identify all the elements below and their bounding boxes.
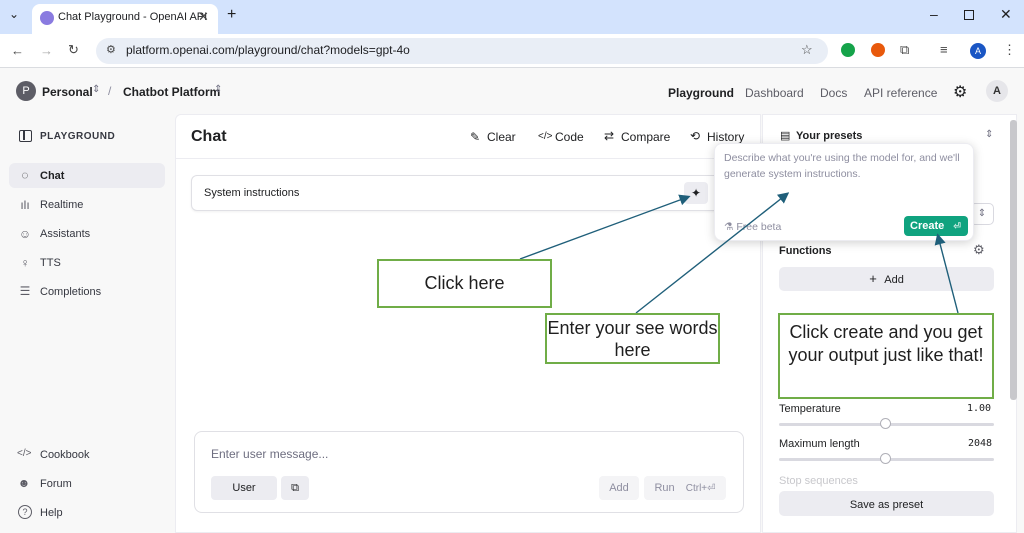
callout-enter-words: Enter your see words here — [545, 313, 720, 364]
arrow-to-create-button — [934, 233, 959, 314]
arrow-to-sparkle-button — [519, 194, 691, 260]
callout-click-create: Click create and you get your output jus… — [778, 313, 994, 399]
arrow-to-description-field — [635, 192, 790, 314]
callout-click-here: Click here — [377, 259, 552, 308]
